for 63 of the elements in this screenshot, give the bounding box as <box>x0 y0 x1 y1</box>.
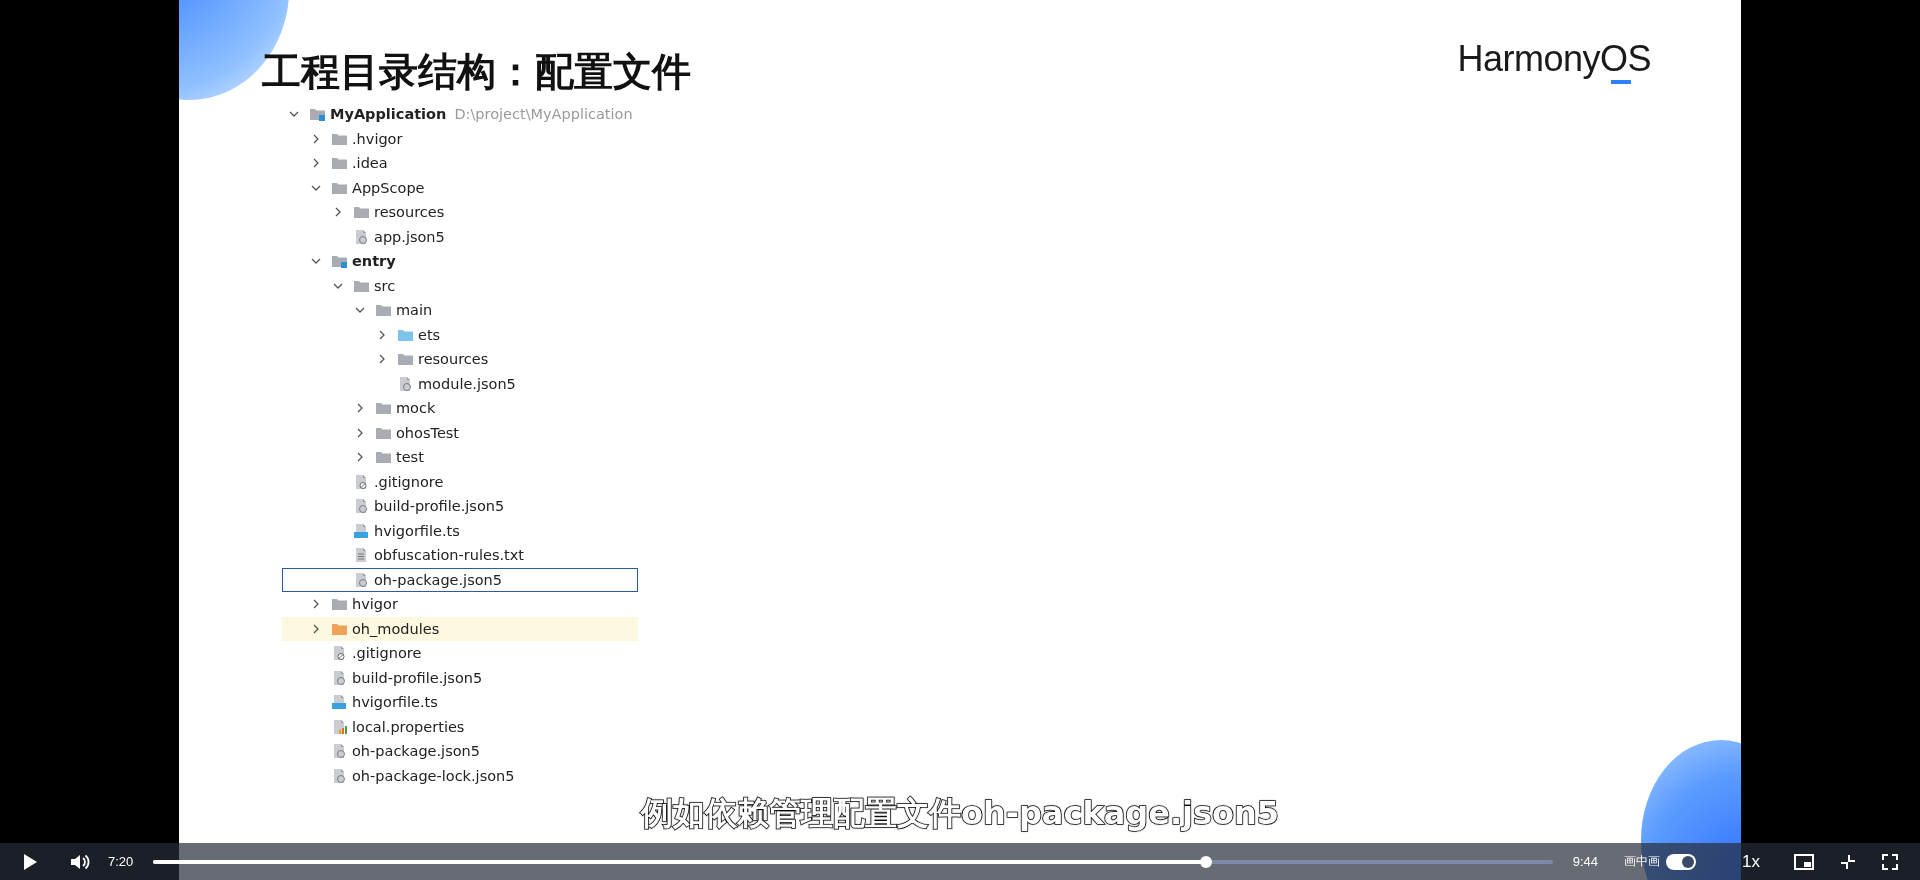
tree-item[interactable]: oh-package-lock.json5 <box>282 763 638 788</box>
project-path: D:\project\MyApplication <box>454 106 633 123</box>
json-file-icon <box>353 571 370 588</box>
tree-item[interactable]: entry <box>282 249 638 274</box>
volume-button[interactable] <box>70 852 90 871</box>
duration: 9:44 <box>1572 854 1599 869</box>
slide-title: 工程目录结构：配置文件 <box>262 48 691 96</box>
tree-item[interactable]: .gitignore <box>282 469 638 494</box>
tree-item[interactable]: oh-package.json5 <box>282 739 638 764</box>
folder-icon <box>375 400 392 417</box>
tree-item[interactable]: resources <box>282 347 638 372</box>
current-time: 7:20 <box>108 854 134 869</box>
folder-icon <box>375 449 392 466</box>
tree-item[interactable]: hvigor <box>282 592 638 617</box>
ts-file-icon <box>331 694 348 711</box>
properties-file-icon <box>331 718 348 735</box>
folder-icon <box>331 253 348 270</box>
subtitle: 例如依赖管理配置文件oh-package.json5 <box>640 793 1280 834</box>
pip-toggle[interactable] <box>1666 853 1697 870</box>
tree-item[interactable]: build-profile.json5 <box>282 665 638 690</box>
folder-icon <box>375 302 392 319</box>
tree-item[interactable]: obfuscation-rules.txt <box>282 543 638 568</box>
ignored-file-icon <box>331 645 348 662</box>
fullscreen-icon[interactable] <box>1882 853 1898 870</box>
tree-item[interactable]: hvigorfile.ts <box>282 518 638 543</box>
tree-item[interactable]: mock <box>282 396 638 421</box>
tree-item[interactable]: AppScope <box>282 175 638 200</box>
folder-icon <box>331 596 348 613</box>
tree-item[interactable]: ohosTest <box>282 420 638 445</box>
json-file-icon <box>397 375 414 392</box>
speed-button[interactable]: 1x <box>1736 850 1766 873</box>
folder-icon <box>353 204 370 221</box>
tree-item[interactable]: build-profile.json5 <box>282 494 638 519</box>
tree-item[interactable]: .hvigor <box>282 126 638 151</box>
json-file-icon <box>353 498 370 515</box>
tree-item[interactable]: module.json5 <box>282 371 638 396</box>
tree-item[interactable]: .idea <box>282 151 638 176</box>
json-file-icon <box>331 767 348 784</box>
play-button[interactable] <box>22 852 38 871</box>
progress-handle[interactable] <box>1199 855 1212 868</box>
ignored-file-icon <box>353 473 370 490</box>
tree-item[interactable]: oh_modules <box>282 616 638 641</box>
json-file-icon <box>353 228 370 245</box>
tree-item[interactable]: test <box>282 445 638 470</box>
tree-item[interactable]: app.json5 <box>282 224 638 249</box>
tree-item[interactable]: oh-package.json5 <box>282 567 638 592</box>
mini-player-button[interactable] <box>1794 853 1814 870</box>
json-file-icon <box>331 669 348 686</box>
tree-item[interactable]: local.properties <box>282 714 638 739</box>
tree-item[interactable]: src <box>282 273 638 298</box>
tree-item[interactable]: .gitignore <box>282 641 638 666</box>
tree-item[interactable]: resources <box>282 200 638 225</box>
exit-fullscreen-icon[interactable] <box>1840 853 1856 870</box>
tree-item[interactable]: main <box>282 298 638 323</box>
pip-label: 画中画 <box>1624 853 1661 870</box>
json-file-icon <box>331 743 348 760</box>
folder-icon <box>397 351 414 368</box>
ts-file-icon <box>353 522 370 539</box>
tree-item[interactable]: MyApplication D:\project\MyApplication <box>282 102 638 127</box>
tree-item[interactable]: hvigorfile.ts <box>282 690 638 715</box>
folder-icon <box>309 106 326 123</box>
tree-item[interactable]: ets <box>282 322 638 347</box>
folder-icon <box>331 155 348 172</box>
